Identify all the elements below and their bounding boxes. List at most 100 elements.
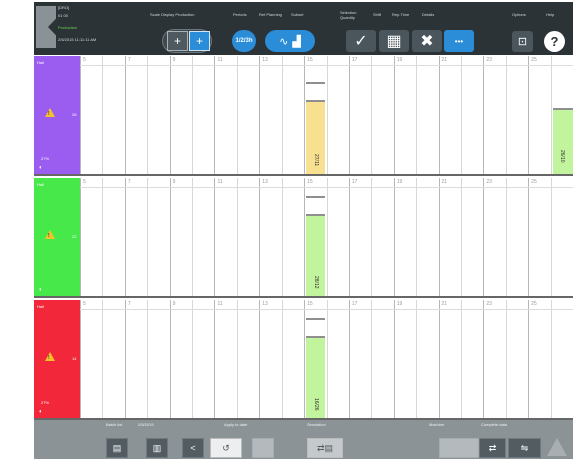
timeline-column[interactable] bbox=[147, 300, 169, 418]
timeline-column[interactable] bbox=[214, 300, 236, 418]
previous-button[interactable]: < bbox=[182, 438, 204, 458]
zoom-in-button[interactable]: + bbox=[167, 31, 188, 51]
timeline-column[interactable] bbox=[259, 300, 281, 418]
timeline-column[interactable] bbox=[505, 300, 528, 418]
bottom-toolbar: Batch list 2/5/2015 Apply to date Simula… bbox=[34, 420, 573, 459]
timeline-column[interactable] bbox=[393, 300, 416, 418]
timeline-column[interactable] bbox=[236, 56, 259, 174]
timeline-column[interactable] bbox=[483, 56, 505, 174]
timeline-column[interactable] bbox=[348, 178, 371, 296]
timeline-column[interactable] bbox=[281, 178, 304, 296]
timeline-column[interactable] bbox=[80, 300, 102, 418]
timeline-column[interactable] bbox=[528, 300, 550, 418]
zoom-fit-button[interactable]: + bbox=[189, 31, 210, 51]
warning-mark: ! bbox=[48, 355, 50, 361]
timeline-column[interactable] bbox=[348, 300, 371, 418]
timeline-column[interactable] bbox=[460, 56, 483, 174]
timeline-column[interactable] bbox=[192, 178, 214, 296]
timeline-column[interactable] bbox=[393, 178, 416, 296]
task-block[interactable]: 28/12 bbox=[306, 214, 326, 296]
timeline-column[interactable] bbox=[483, 300, 505, 418]
timeline-column[interactable] bbox=[528, 56, 550, 174]
timeline-column[interactable] bbox=[147, 56, 169, 174]
timeline-column[interactable] bbox=[371, 178, 393, 296]
timeline-column[interactable] bbox=[169, 178, 192, 296]
timeline-column[interactable] bbox=[80, 56, 102, 174]
timeline-column[interactable] bbox=[124, 56, 147, 174]
timeline-column[interactable] bbox=[460, 300, 483, 418]
timeline-column[interactable] bbox=[214, 178, 236, 296]
planning-grid[interactable]: Hall! 28 27% ◐ 5 7 9 11 13 15 17 19 21 23 25 27/11 26/10… bbox=[34, 56, 573, 420]
timeline-column[interactable] bbox=[192, 56, 214, 174]
rep-time-button[interactable]: ✖ bbox=[412, 30, 442, 52]
timeline-column[interactable] bbox=[371, 300, 393, 418]
task-block[interactable]: 26/10 bbox=[552, 108, 573, 174]
timeline-column[interactable] bbox=[416, 178, 438, 296]
timeline-column[interactable] bbox=[236, 178, 259, 296]
task-block[interactable]: 27/11 bbox=[306, 100, 326, 174]
timeline-column[interactable] bbox=[102, 178, 124, 296]
simulation-button[interactable]: ⇄▤ bbox=[307, 438, 343, 458]
task-marker bbox=[306, 318, 326, 320]
timeline-column[interactable] bbox=[438, 178, 461, 296]
timeline-column[interactable] bbox=[236, 300, 259, 418]
subset-toggle-button[interactable]: ∿ ▟ bbox=[265, 30, 315, 52]
timeline-column[interactable] bbox=[326, 56, 349, 174]
timeline-column[interactable] bbox=[259, 178, 281, 296]
timeline-column[interactable] bbox=[124, 178, 147, 296]
help-button[interactable]: ? bbox=[544, 31, 565, 52]
timeline-column[interactable] bbox=[348, 56, 371, 174]
timeline-column[interactable] bbox=[80, 178, 102, 296]
resource-header[interactable]: Hall! 14 27% ◐ bbox=[34, 300, 80, 418]
date-button[interactable]: ▥ bbox=[146, 438, 168, 458]
timeline-column[interactable] bbox=[326, 178, 349, 296]
timeline-column[interactable] bbox=[393, 56, 416, 174]
timeline-column[interactable] bbox=[281, 56, 304, 174]
timeline-column[interactable] bbox=[169, 300, 192, 418]
timeline-column[interactable] bbox=[192, 300, 214, 418]
resource-header[interactable]: Hall! 22 ◐ bbox=[34, 178, 80, 296]
shift-grid-button[interactable]: ▦ bbox=[379, 30, 409, 52]
task-label: 28/12 bbox=[313, 276, 320, 289]
time-range-button[interactable]: 1/2/3h bbox=[232, 30, 256, 52]
timeline-column[interactable] bbox=[124, 300, 147, 418]
disabled-button[interactable] bbox=[252, 438, 274, 458]
timeline-column[interactable] bbox=[483, 178, 505, 296]
timeline-column[interactable] bbox=[438, 300, 461, 418]
timeline-area[interactable]: 5 7 9 11 13 15 17 19 21 23 25 27/11 26/10 bbox=[80, 56, 573, 174]
timeline-column[interactable] bbox=[102, 56, 124, 174]
resource-row[interactable]: Hall! 22 ◐ 5 7 9 11 13 15 17 19 21 23 25 28/12 bbox=[34, 178, 573, 298]
timeline-column[interactable] bbox=[505, 178, 528, 296]
resource-header[interactable]: Hall! 28 27% ◐ bbox=[34, 56, 80, 174]
timeline-area[interactable]: 5 7 9 11 13 15 17 19 21 23 25 16/26 bbox=[80, 300, 573, 418]
timeline-column[interactable] bbox=[102, 300, 124, 418]
timeline-column[interactable] bbox=[505, 56, 528, 174]
timeline-column[interactable] bbox=[550, 300, 573, 418]
timeline-column[interactable] bbox=[460, 178, 483, 296]
timeline-column[interactable] bbox=[371, 56, 393, 174]
timeline-column[interactable] bbox=[528, 178, 550, 296]
select-all-button[interactable]: ✓ bbox=[346, 30, 376, 52]
timeline-area[interactable]: 5 7 9 11 13 15 17 19 21 23 25 28/12 bbox=[80, 178, 573, 296]
resource-row[interactable]: Hall! 14 27% ◐ 5 7 9 11 13 15 17 19 21 23 25 16/26 bbox=[34, 300, 573, 420]
timeline-column[interactable] bbox=[214, 56, 236, 174]
batch-list-button[interactable]: ▤ bbox=[106, 438, 128, 458]
timeline-column[interactable] bbox=[416, 300, 438, 418]
timeline-column[interactable] bbox=[259, 56, 281, 174]
day-header: 9 bbox=[172, 57, 176, 63]
undo-button[interactable]: ↺ bbox=[210, 438, 242, 458]
timeline-column[interactable] bbox=[550, 178, 573, 296]
timeline-column[interactable] bbox=[326, 300, 349, 418]
machine-transfer-button[interactable]: ⇄ bbox=[479, 438, 506, 458]
resource-row[interactable]: Hall! 28 27% ◐ 5 7 9 11 13 15 17 19 21 23 25 27/11 26/10 bbox=[34, 56, 573, 176]
options-button[interactable]: ⊡ bbox=[512, 31, 533, 52]
timeline-column[interactable] bbox=[438, 56, 461, 174]
timeline-column[interactable] bbox=[169, 56, 192, 174]
timeline-column[interactable] bbox=[147, 178, 169, 296]
task-block[interactable]: 16/26 bbox=[306, 336, 326, 418]
machine-button[interactable] bbox=[439, 438, 479, 458]
complete-data-button[interactable]: ⇋ bbox=[508, 438, 541, 458]
timeline-column[interactable] bbox=[416, 56, 438, 174]
details-button[interactable]: ••• bbox=[444, 30, 474, 52]
timeline-column[interactable] bbox=[281, 300, 304, 418]
